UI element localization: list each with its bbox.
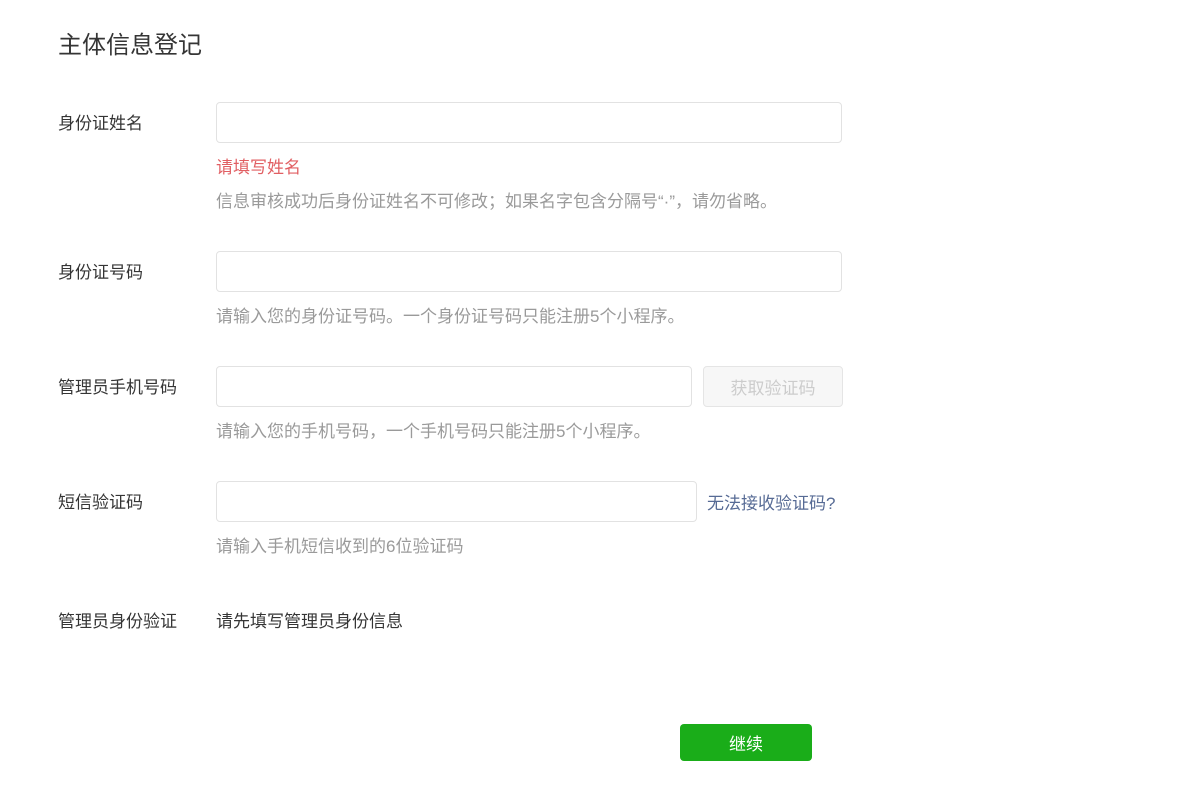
sms-code-input[interactable] <box>216 481 697 522</box>
form-row-id-name: 身份证姓名 请填写姓名 信息审核成功后身份证姓名不可修改；如果名字包含分隔号“·… <box>58 102 1179 214</box>
id-name-helper: 信息审核成功后身份证姓名不可修改；如果名字包含分隔号“·”，请勿省略。 <box>216 190 1179 214</box>
form-row-identity-verify: 管理员身份验证 请先填写管理员身份信息 <box>58 610 1179 634</box>
form-row-sms-code: 短信验证码 无法接收验证码? 请输入手机短信收到的6位验证码 <box>58 481 1179 559</box>
get-verification-code-button[interactable]: 获取验证码 <box>703 366 843 407</box>
cannot-receive-code-link[interactable]: 无法接收验证码? <box>707 489 835 514</box>
identity-verify-label: 管理员身份验证 <box>58 610 216 634</box>
id-number-helper: 请输入您的身份证号码。一个身份证号码只能注册5个小程序。 <box>216 305 1179 329</box>
sms-code-label: 短信验证码 <box>58 481 216 559</box>
id-name-error: 请填写姓名 <box>216 156 1179 180</box>
form-row-id-number: 身份证号码 请输入您的身份证号码。一个身份证号码只能注册5个小程序。 <box>58 251 1179 329</box>
phone-input[interactable] <box>216 366 692 407</box>
form-row-phone: 管理员手机号码 获取验证码 请输入您的手机号码，一个手机号码只能注册5个小程序。 <box>58 366 1179 444</box>
phone-helper: 请输入您的手机号码，一个手机号码只能注册5个小程序。 <box>216 420 1179 444</box>
id-name-label: 身份证姓名 <box>58 102 216 214</box>
continue-button[interactable]: 继续 <box>680 724 812 761</box>
id-name-input[interactable] <box>216 102 842 143</box>
submit-area: 继续 <box>58 724 1179 761</box>
id-number-input[interactable] <box>216 251 842 292</box>
registration-page: 主体信息登记 身份证姓名 请填写姓名 信息审核成功后身份证姓名不可修改；如果名字… <box>0 0 1179 803</box>
sms-code-helper: 请输入手机短信收到的6位验证码 <box>216 535 1179 559</box>
phone-label: 管理员手机号码 <box>58 366 216 444</box>
identity-verify-text: 请先填写管理员身份信息 <box>216 610 1179 634</box>
id-number-label: 身份证号码 <box>58 251 216 329</box>
page-title: 主体信息登记 <box>58 30 1179 62</box>
